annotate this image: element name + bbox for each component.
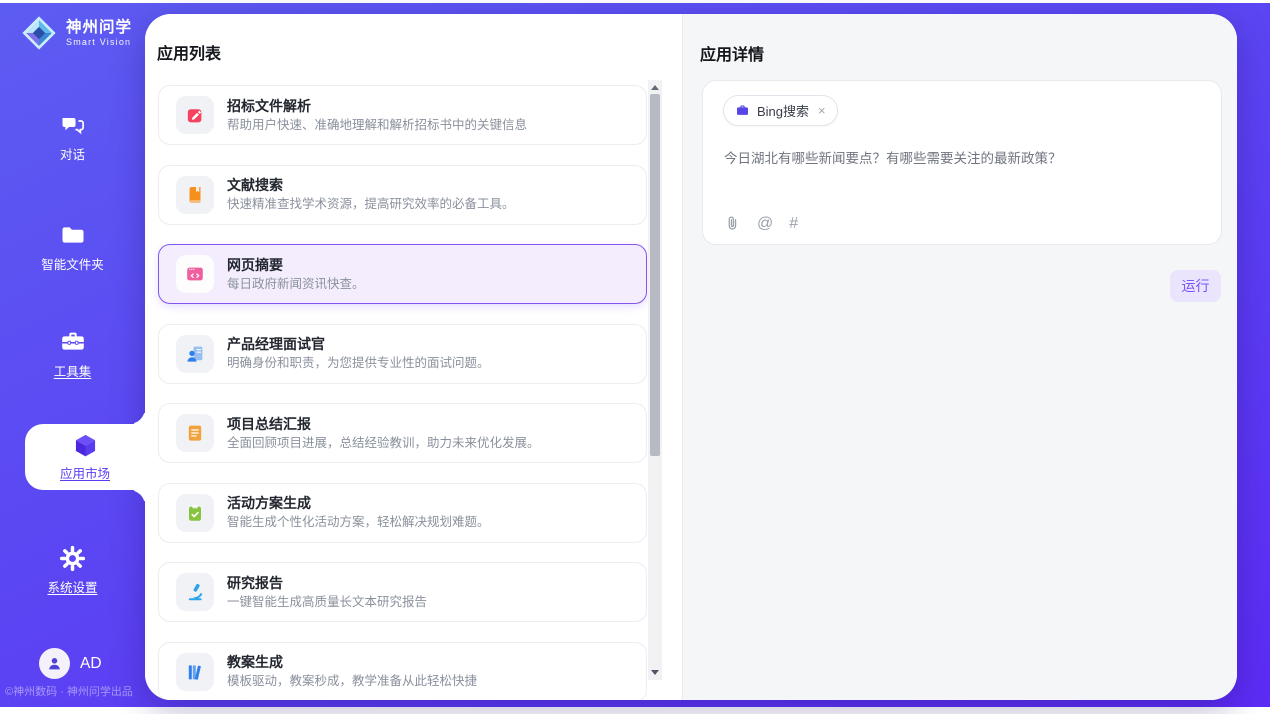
briefcase-icon [735, 103, 750, 118]
list-item-title: 招标文件解析 [227, 97, 527, 116]
mention-icon[interactable]: @ [757, 216, 773, 232]
list-item-pm-interviewer[interactable]: 产品经理面试官 明确身份和职责，为您提供专业性的面试问题。 [158, 324, 647, 384]
list-item-research-report[interactable]: 研究报告 一键智能生成高质量长文本研究报告 [158, 562, 647, 622]
app-list: 招标文件解析 帮助用户快速、准确地理解和解析招标书中的关键信息 文献搜索 快速精… [158, 85, 647, 700]
memo-icon [176, 414, 214, 452]
avatar [39, 648, 70, 679]
list-item-title: 产品经理面试官 [227, 335, 490, 354]
sidebar-item-label: 对话 [60, 144, 85, 163]
scrollbar-down-arrow[interactable] [651, 670, 659, 675]
microscope-icon [176, 573, 214, 611]
chat-icon [59, 111, 87, 139]
scrollbar-track[interactable] [648, 80, 662, 680]
prompt-input-card[interactable]: Bing搜索 × 今日湖北有哪些新闻要点？有哪些需要关注的最新政策？ @ # [702, 80, 1222, 245]
toolbox-icon [59, 328, 87, 356]
gear-icon [59, 545, 86, 572]
close-icon[interactable]: × [818, 103, 826, 118]
attachment-toolbar: @ # [724, 215, 798, 232]
copyright-footer: ©神州数码 · 神州问学出品 [5, 683, 133, 699]
sidebar-item-app-market[interactable]: 应用市场 [25, 424, 145, 490]
run-button[interactable]: 运行 [1170, 270, 1221, 302]
sidebar-item-label: 应用市场 [60, 463, 110, 482]
folder-icon [59, 221, 87, 249]
sidebar-item-label: 智能文件夹 [41, 254, 104, 273]
app-detail-pane: 应用详情 Bing搜索 × 今日湖北有哪些新闻要点？有哪些需要关注的最新政策？ [682, 14, 1237, 700]
list-item-title: 网页摘要 [227, 256, 365, 275]
scrollbar-up-arrow[interactable] [651, 85, 659, 90]
user-account[interactable]: AD [39, 648, 102, 679]
list-item-literature-search[interactable]: 文献搜索 快速精准查找学术资源，提高研究效率的必备工具。 [158, 165, 647, 225]
brand-logo: 神州问学 Smart Vision [20, 14, 132, 52]
sidebar-item-chat[interactable]: 对话 [0, 111, 145, 163]
list-item-desc: 全面回顾项目进展，总结经验教训，助力未来优化发展。 [227, 434, 540, 452]
brand-subtitle: Smart Vision [66, 37, 132, 47]
books-icon [176, 653, 214, 691]
interviewer-icon [176, 335, 214, 373]
sidebar-item-settings[interactable]: 系统设置 [0, 545, 145, 596]
list-item-project-summary[interactable]: 项目总结汇报 全面回顾项目进展，总结经验教训，助力未来优化发展。 [158, 403, 647, 463]
app-detail-title: 应用详情 [700, 41, 764, 65]
tool-tag-bing-search[interactable]: Bing搜索 × [723, 95, 838, 126]
list-item-desc: 每日政府新闻资讯快查。 [227, 275, 365, 293]
gem-logo-icon [20, 14, 58, 52]
user-initials: AD [80, 655, 102, 673]
browser-code-icon [176, 255, 214, 293]
list-item-title: 项目总结汇报 [227, 415, 540, 434]
list-item-desc: 一键智能生成高质量长文本研究报告 [227, 593, 427, 611]
list-item-bid-parse[interactable]: 招标文件解析 帮助用户快速、准确地理解和解析招标书中的关键信息 [158, 85, 647, 145]
tool-tag-label: Bing搜索 [757, 101, 809, 120]
app-list-pane: 应用列表 招标文件解析 帮助用户快速、准确地理解和解析招标书中的关键信息 [145, 14, 682, 700]
sidebar-item-toolset[interactable]: 工具集 [0, 328, 145, 380]
list-item-desc: 帮助用户快速、准确地理解和解析招标书中的关键信息 [227, 116, 527, 134]
clipboard-check-icon [176, 494, 214, 532]
list-item-desc: 明确身份和职责，为您提供专业性的面试问题。 [227, 354, 490, 372]
main-panel: 应用列表 招标文件解析 帮助用户快速、准确地理解和解析招标书中的关键信息 [145, 14, 1237, 700]
paperclip-icon[interactable] [724, 215, 741, 232]
edit-square-icon [176, 96, 214, 134]
sidebar: 神州问学 Smart Vision 对话 智能文件夹 [0, 3, 145, 707]
list-item-desc: 快速精准查找学术资源，提高研究效率的必备工具。 [227, 195, 515, 213]
hashtag-icon[interactable]: # [789, 216, 798, 232]
list-item-lesson-plan[interactable]: 教案生成 模板驱动，教案秒成，教学准备从此轻松快捷 [158, 642, 647, 701]
brand-title: 神州问学 [66, 19, 132, 37]
list-item-title: 研究报告 [227, 574, 427, 593]
list-item-title: 教案生成 [227, 653, 477, 672]
book-icon [176, 176, 214, 214]
list-item-event-plan[interactable]: 活动方案生成 智能生成个性化活动方案，轻松解决规划难题。 [158, 483, 647, 543]
sidebar-item-label: 工具集 [54, 361, 92, 380]
list-item-desc: 智能生成个性化活动方案，轻松解决规划难题。 [227, 513, 490, 531]
list-item-web-summary[interactable]: 网页摘要 每日政府新闻资讯快查。 [158, 244, 647, 304]
sidebar-item-smart-folders[interactable]: 智能文件夹 [0, 221, 145, 273]
sidebar-item-label: 系统设置 [47, 577, 97, 596]
list-item-title: 活动方案生成 [227, 494, 490, 513]
prompt-text[interactable]: 今日湖北有哪些新闻要点？有哪些需要关注的最新政策？ [724, 149, 1194, 169]
app-list-title: 应用列表 [157, 40, 221, 64]
list-item-title: 文献搜索 [227, 176, 515, 195]
cube-icon [72, 432, 99, 459]
list-item-desc: 模板驱动，教案秒成，教学准备从此轻松快捷 [227, 672, 477, 690]
scrollbar-thumb[interactable] [650, 94, 660, 456]
